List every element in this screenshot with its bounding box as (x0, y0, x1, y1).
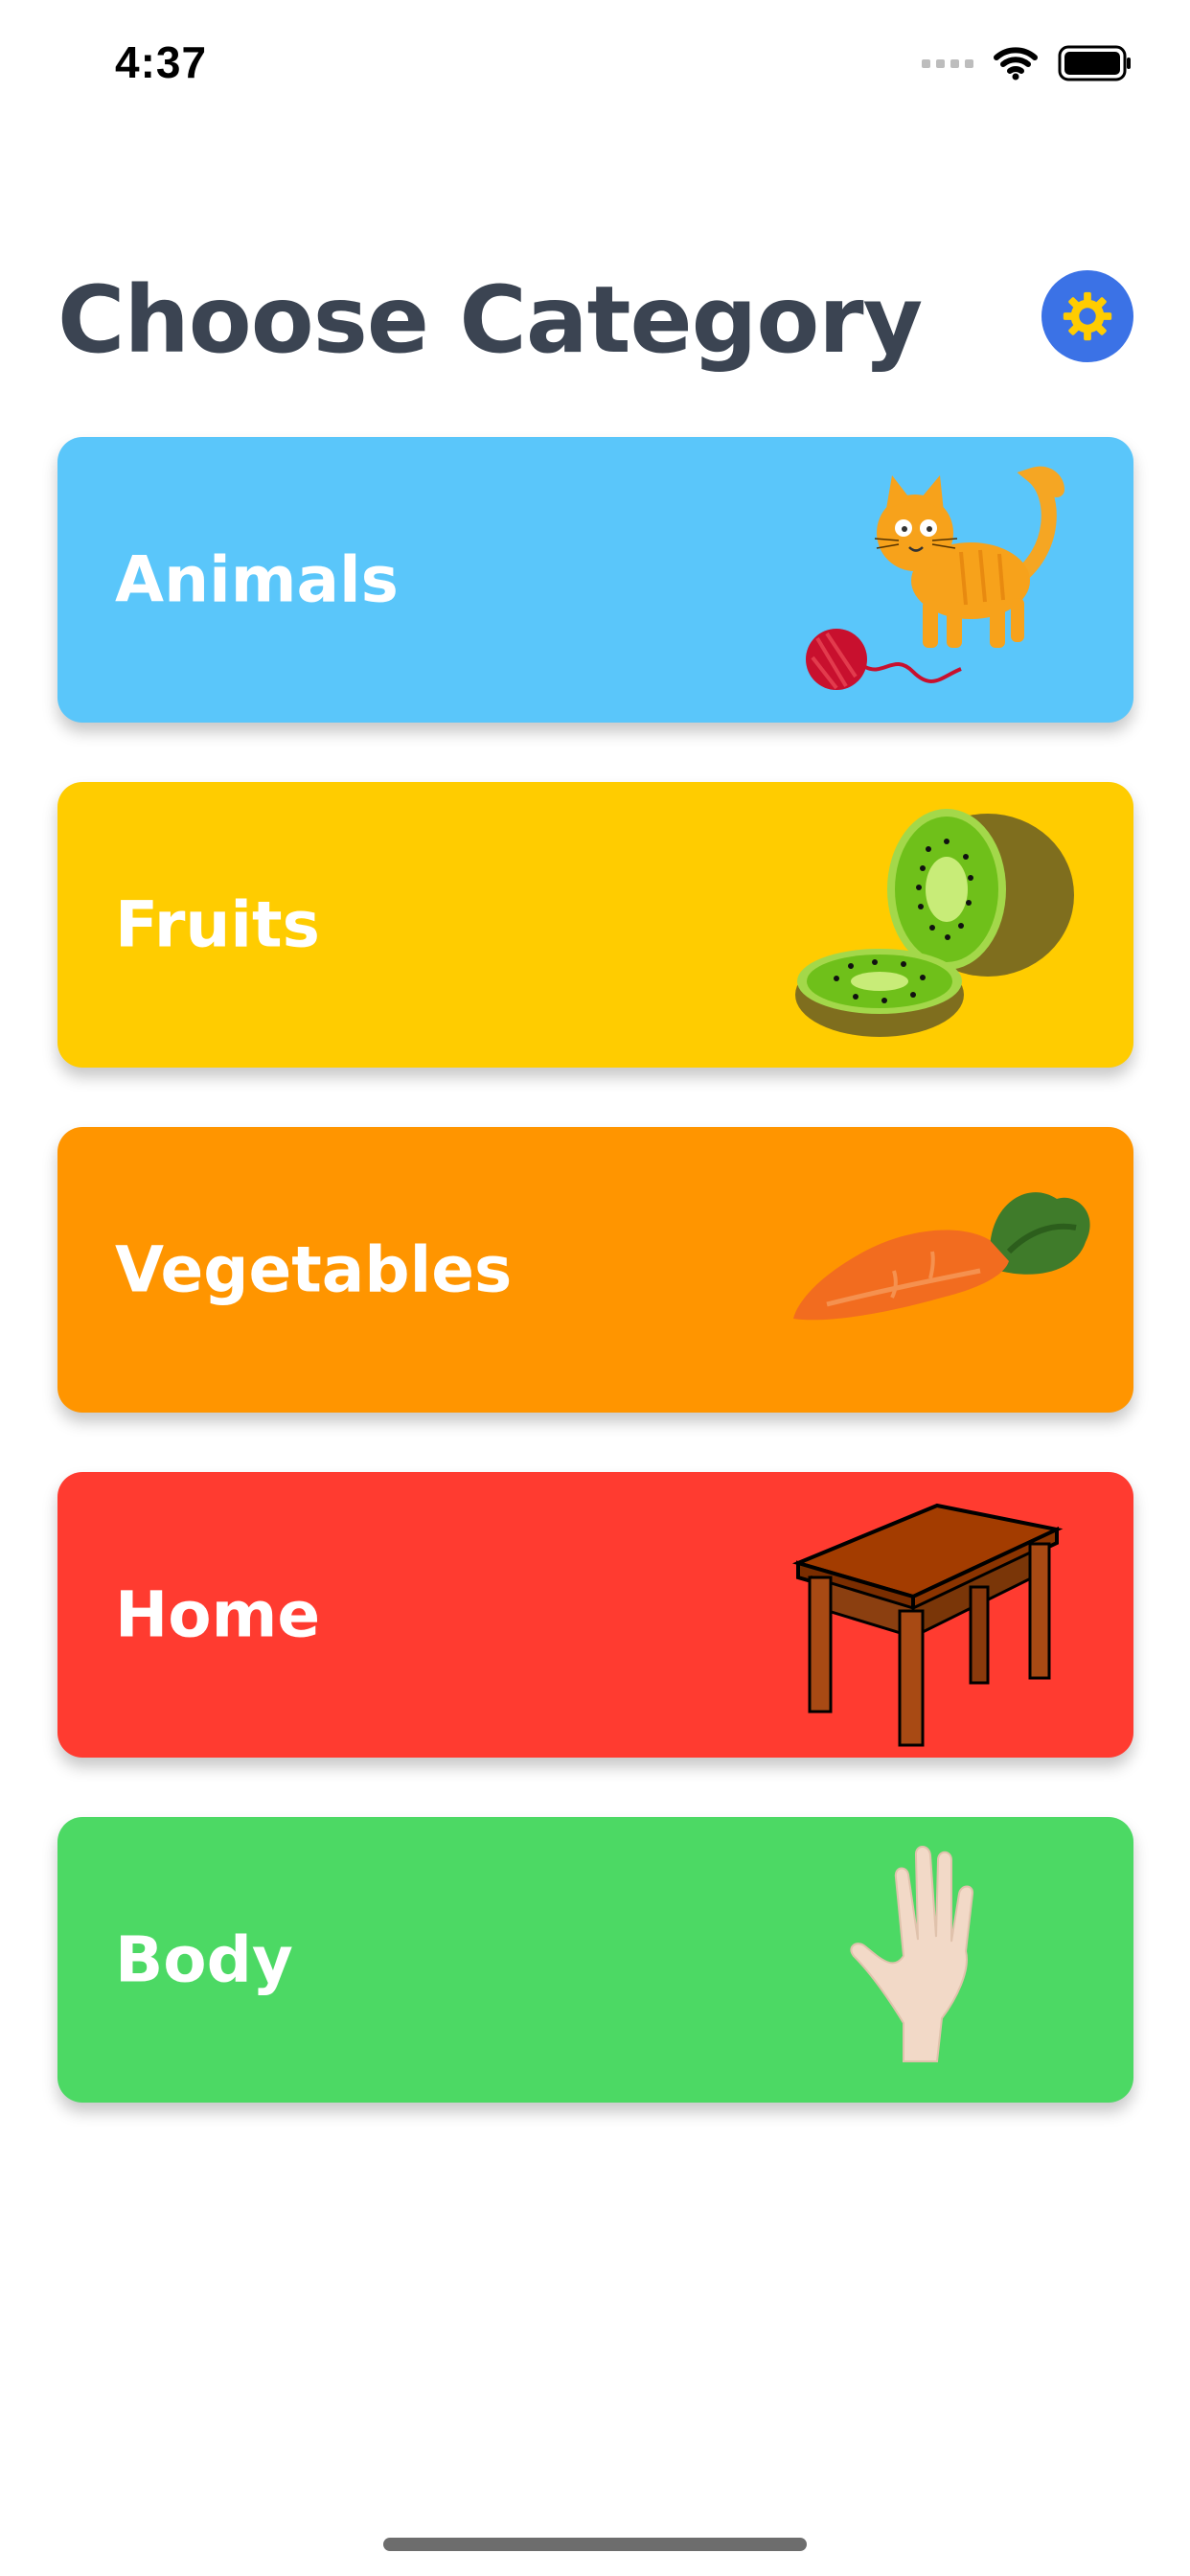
category-card-body[interactable]: Body (57, 1817, 1133, 2103)
status-time: 4:37 (115, 37, 208, 87)
category-label-vegetables: Vegetables (115, 1232, 513, 1307)
wifi-icon (994, 47, 1038, 80)
category-card-animals[interactable]: Animals (57, 437, 1133, 723)
category-card-fruits[interactable]: Fruits (57, 782, 1133, 1068)
cat-with-yarn-icon (806, 466, 1064, 690)
category-label-home: Home (115, 1577, 321, 1652)
status-bar: 4:37 (0, 0, 1190, 126)
status-icons (922, 42, 1133, 84)
category-card-vegetables[interactable]: Vegetables (57, 1127, 1133, 1413)
carrot-icon (793, 1192, 1090, 1321)
settings-button[interactable] (1041, 270, 1133, 362)
cellular-signal-icon (922, 58, 973, 68)
hand-icon (850, 1846, 974, 2062)
battery-icon (1058, 45, 1131, 81)
category-card-home[interactable]: Home (57, 1472, 1133, 1758)
category-label-animals: Animals (115, 542, 399, 617)
page-title: Choose Category (57, 266, 923, 374)
home-indicator[interactable] (383, 2538, 807, 2551)
category-label-fruits: Fruits (115, 887, 320, 962)
gear-icon (1063, 291, 1112, 341)
table-icon (791, 1503, 1064, 1747)
kiwi-icon (795, 809, 1074, 1037)
category-label-body: Body (115, 1922, 293, 1997)
header: Choose Category (0, 240, 1190, 402)
